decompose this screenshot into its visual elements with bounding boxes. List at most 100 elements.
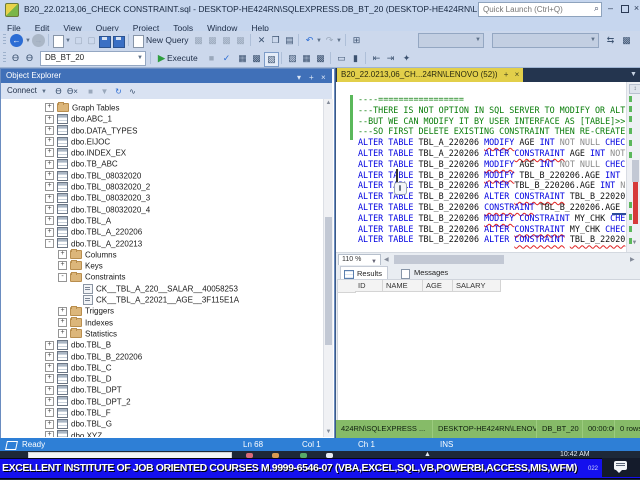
tree-item[interactable]: + dbo.TBL_A_220206: [1, 223, 323, 238]
tree-item[interactable]: + dbo.TBL_08032020: [1, 167, 323, 181]
tree-item[interactable]: + dbo.EIJOC: [1, 133, 323, 147]
scrollbar-thumb[interactable]: [394, 255, 504, 264]
code-line[interactable]: ALTER TABLE TBL_A_220206 ALTER CONSTRAIN…: [358, 148, 626, 159]
scroll-up-icon[interactable]: ▲: [324, 100, 333, 106]
save-icon[interactable]: [99, 36, 111, 48]
toolbar-grip[interactable]: [3, 52, 6, 64]
code-line[interactable]: --BUT WE CAN MODIFY IT BY USER INTERFACE…: [358, 116, 626, 127]
open-file-icon[interactable]: ▢: [72, 34, 85, 47]
new-item-icon[interactable]: [53, 35, 64, 48]
quick-launch-box[interactable]: ⌕: [478, 2, 602, 17]
compare-icon[interactable]: ⇆: [604, 34, 617, 47]
client-statistics-icon[interactable]: ▩: [314, 52, 327, 65]
decrease-indent-icon[interactable]: ⇤: [370, 52, 383, 65]
disconnect-plug-icon[interactable]: Ɵ×: [67, 86, 78, 97]
tray-overflow-icon[interactable]: ▲: [424, 451, 431, 458]
scroll-right-icon[interactable]: ▶: [630, 256, 635, 263]
copy-icon[interactable]: ❐: [269, 34, 282, 47]
specify-template-icon[interactable]: ✦: [400, 52, 413, 65]
tree-item[interactable]: - dbo.TBL_A_220213: [1, 235, 323, 249]
code-line[interactable]: ALTER TABLE TBL_B_220206 MODIFY TBL_B_22…: [358, 170, 626, 181]
filter-icon[interactable]: ▼: [99, 86, 110, 97]
code-line[interactable]: ALTER TABLE TBL_A_220206 MODIFY AGE INT …: [358, 137, 626, 148]
tree-item[interactable]: + dbo.ABC_1: [1, 110, 323, 125]
redo-icon[interactable]: ↷: [323, 34, 336, 47]
redo-dropdown-icon[interactable]: ▼: [336, 38, 342, 44]
splitter-handle[interactable]: ↕: [629, 84, 640, 94]
add-project-icon[interactable]: ▢: [85, 34, 98, 47]
code-line[interactable]: ---THERE IS NOT OPTION IN SQL SERVER TO …: [358, 105, 626, 116]
dmx-query-icon[interactable]: ▩: [220, 34, 233, 47]
increase-indent-icon[interactable]: ⇥: [384, 52, 397, 65]
intellisense-icon[interactable]: ▨: [286, 52, 299, 65]
new-query-icon[interactable]: [133, 35, 144, 48]
notification-area[interactable]: [602, 458, 640, 477]
scroll-down-icon[interactable]: ▼: [324, 429, 333, 435]
toolbar-combo-2[interactable]: ▼: [492, 33, 599, 48]
mdx-query-icon[interactable]: ▩: [206, 34, 219, 47]
code-line[interactable]: ----=================: [358, 94, 626, 105]
code-line[interactable]: ALTER TABLE TBL_B_220206 CONSTRAINT TBL_…: [358, 202, 626, 213]
tree-item[interactable]: + dbo.TBL_DPT_2: [1, 393, 323, 407]
close-button[interactable]: ×: [630, 2, 640, 15]
tree-item[interactable]: + dbo.TBL_F: [1, 404, 323, 418]
tree-item[interactable]: + Graph Tables: [1, 99, 323, 113]
stop-icon[interactable]: ■: [85, 86, 96, 97]
change-connection-icon[interactable]: Ɵ: [23, 52, 36, 65]
tree-item[interactable]: + dbo.TBL_G: [1, 415, 323, 430]
paste-icon[interactable]: ▤: [283, 34, 296, 47]
object-tree-scrollbar[interactable]: ▲ ▼: [323, 99, 333, 437]
grid-column-header[interactable]: SALARY: [453, 280, 501, 292]
editor-horizontal-scrollbar[interactable]: 110 % ▼ ◀ ▶: [336, 252, 640, 266]
comment-icon[interactable]: ▮: [349, 52, 362, 65]
grid-column-header[interactable]: AGE: [423, 280, 453, 292]
tree-item[interactable]: + dbo.TBL_D: [1, 370, 323, 384]
sqlcmd-mode-icon[interactable]: ▭: [335, 52, 348, 65]
code-line[interactable]: ALTER TABLE TBL_B_220206 MODIFY AGE INT …: [358, 159, 626, 170]
display-estimated-plan-icon[interactable]: ▦: [236, 52, 249, 65]
grid-corner-cell[interactable]: [338, 280, 356, 293]
tree-item[interactable]: + dbo.TBL_C: [1, 359, 323, 373]
tree-item[interactable]: + Indexes: [1, 314, 323, 327]
tab-list-dropdown-icon[interactable]: ▼: [630, 71, 637, 78]
tree-item[interactable]: + dbo.TBL_B_220206: [1, 348, 323, 362]
grid-column-header[interactable]: NAME: [383, 280, 423, 292]
connect-icon[interactable]: Ɵ: [9, 52, 22, 65]
document-tab[interactable]: B20_22.0213,06_CH...24RN\LENOVO (52)) + …: [337, 68, 524, 82]
query-options-icon[interactable]: ▩: [250, 52, 263, 65]
quick-launch-input[interactable]: [481, 3, 589, 16]
tree-item[interactable]: + dbo.DATA_TYPES: [1, 122, 323, 136]
code-line[interactable]: ALTER TABLE TBL_B_220206 MODIFY CONSTRAI…: [358, 213, 626, 224]
expand-icon[interactable]: +: [45, 430, 54, 437]
scrollbar-thumb[interactable]: [325, 217, 332, 345]
tree-item[interactable]: + dbo.TBL_DPT: [1, 381, 323, 396]
pin-icon[interactable]: +: [504, 70, 509, 79]
refresh-icon[interactable]: ↻: [113, 86, 124, 97]
tab-messages[interactable]: Messages: [398, 266, 453, 279]
sql-editor[interactable]: ----================= ---THERE IS NOT OPT…: [336, 82, 640, 252]
scrollbar-thumb[interactable]: [632, 160, 639, 182]
title-bar[interactable]: B20_22.0213,06_CHECK CONSTRAINT.sql - DE…: [0, 0, 640, 18]
new-item-dropdown-icon[interactable]: ▼: [65, 38, 71, 44]
save-all-icon[interactable]: [113, 36, 125, 48]
tree-item[interactable]: + Keys: [1, 257, 323, 271]
feedback-icon[interactable]: ▩: [620, 34, 633, 47]
nav-back-dropdown-icon[interactable]: ▼: [25, 38, 31, 44]
activity-monitor-icon[interactable]: ∿: [127, 86, 138, 97]
code-line[interactable]: ALTER TABLE TBL_B_220206 ALTER CONSTRAIN…: [358, 234, 626, 245]
selection-box-icon[interactable]: ⊞: [350, 34, 363, 47]
tree-item[interactable]: + dbo.TBL_B: [1, 336, 323, 350]
tree-item[interactable]: + dbo.XYZ: [1, 427, 323, 437]
connect-plug-icon[interactable]: Ɵ: [53, 86, 64, 97]
tab-results[interactable]: Results: [340, 266, 389, 280]
new-query-button[interactable]: New Query: [146, 34, 189, 47]
code-line[interactable]: ---SO FIRST DELETE EXISTING CONSTRAINT T…: [358, 126, 630, 137]
undo-dropdown-icon[interactable]: ▼: [316, 38, 322, 44]
tree-item[interactable]: + Statistics: [1, 325, 323, 339]
connect-dropdown-icon[interactable]: ▼: [41, 89, 47, 95]
tree-item[interactable]: CK__TBL_A_220__SALAR__40058253: [1, 280, 323, 294]
code-area[interactable]: ----================= ---THERE IS NOT OPT…: [358, 94, 630, 245]
available-databases-combo[interactable]: DB_BT_20 ▼: [40, 51, 146, 66]
tree-item[interactable]: + Columns: [1, 246, 323, 260]
undo-icon[interactable]: ↶: [303, 34, 316, 47]
